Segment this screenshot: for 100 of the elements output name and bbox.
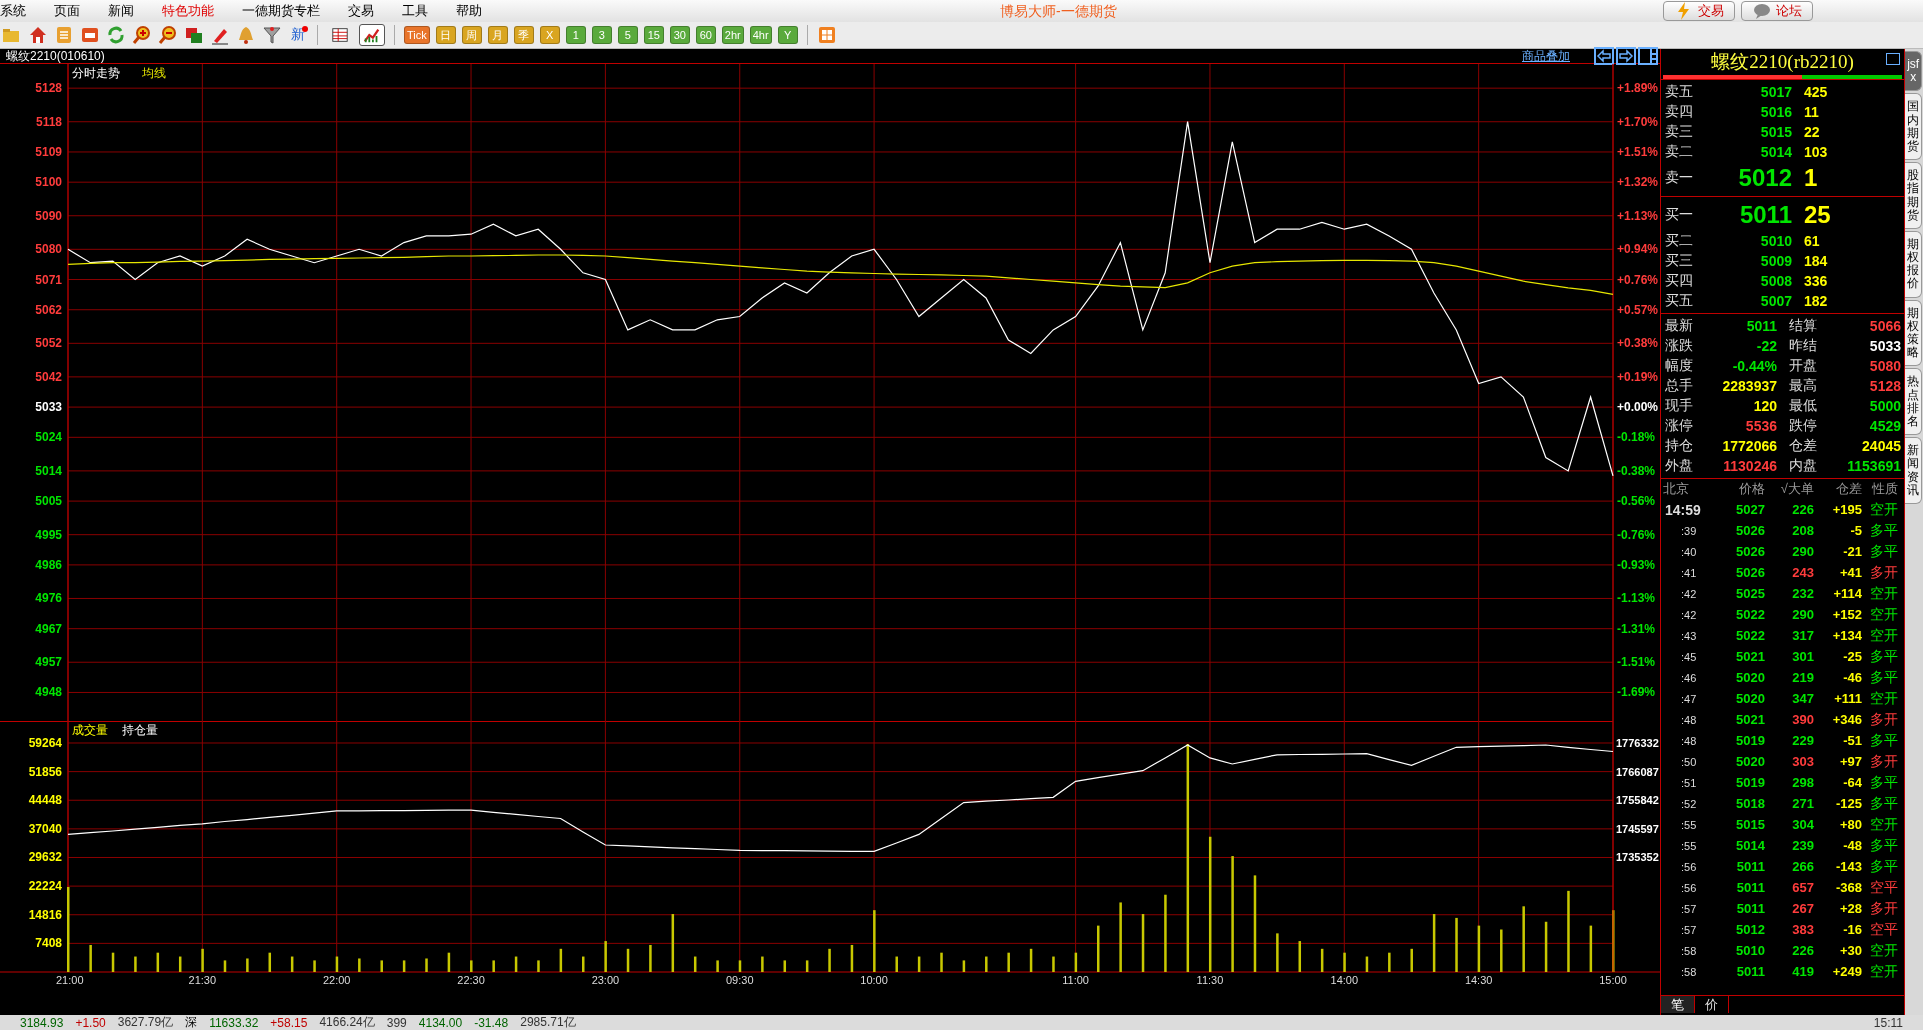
trade-volume: 232: [1791, 586, 1814, 601]
trade-time: :56: [1680, 860, 1698, 873]
trade-time: :55: [1680, 839, 1698, 852]
trade-type: 多开: [1869, 563, 1898, 582]
trade-volume: 657: [1791, 880, 1814, 895]
book-volume: 336: [1804, 273, 1829, 289]
axis-label: 4976: [35, 591, 62, 606]
book-price: 5011: [1738, 201, 1792, 229]
trade-change: -64: [1842, 775, 1862, 790]
book-volume: 1: [1804, 164, 1819, 192]
legend-label: 成交量: [72, 723, 108, 737]
stat-value: -22: [1755, 338, 1777, 354]
trade-time: :55: [1680, 818, 1698, 831]
axis-label: 4986: [35, 557, 62, 572]
status-text: +58.15: [270, 1015, 308, 1030]
trade-change: +249: [1831, 964, 1862, 979]
trade-change: +41: [1838, 565, 1862, 580]
axis-label: +0.19%: [1617, 369, 1659, 384]
stat-label: 仓差: [1788, 437, 1818, 455]
trade-volume: 419: [1791, 964, 1814, 979]
stat-value: 5080: [1868, 358, 1901, 374]
trade-change: -25: [1842, 649, 1862, 664]
status-text: 4166.24亿: [319, 1014, 375, 1030]
axis-label: +0.57%: [1617, 302, 1659, 317]
trade-time: :50: [1680, 755, 1698, 768]
book-label: 卖三: [1665, 123, 1694, 141]
symbol-title: 螺纹2210(010610): [6, 47, 106, 65]
trade-price: 5010: [1735, 943, 1765, 958]
axis-label: -1.51%: [1617, 655, 1656, 670]
trade-volume: 304: [1791, 817, 1814, 832]
stat-label: 幅度: [1665, 357, 1694, 375]
trade-type: 空平: [1869, 920, 1898, 939]
trade-price: 5021: [1735, 712, 1765, 727]
trade-volume: 226: [1791, 943, 1814, 958]
axis-label: 5042: [35, 369, 62, 384]
axis-label: +0.38%: [1617, 336, 1659, 351]
stat-label: 最新: [1665, 317, 1694, 335]
stat-value: 5536: [1744, 418, 1777, 434]
trade-type: 空开: [1869, 689, 1898, 708]
time-label: 11:00: [1062, 974, 1089, 986]
stat-value: -0.44%: [1731, 358, 1777, 374]
book-label: 卖二: [1665, 143, 1694, 161]
column-header: 北京: [1663, 480, 1690, 498]
book-price: 5009: [1759, 253, 1792, 269]
trade-change: -5: [1849, 523, 1862, 538]
trade-volume: 390: [1791, 712, 1814, 727]
column-header: 性质: [1871, 480, 1898, 498]
legend-label: 持仓量: [122, 723, 158, 737]
time-label: 09:30: [725, 974, 754, 986]
book-label: 卖四: [1665, 103, 1694, 121]
column-header: √大单: [1779, 480, 1814, 498]
axis-label: 5052: [35, 336, 62, 351]
time-label: 14:00: [1330, 974, 1359, 986]
trade-change: -51: [1842, 733, 1862, 748]
stat-value: 5033: [1868, 338, 1901, 354]
trade-type: 多开: [1869, 752, 1898, 771]
trade-type: 空开: [1869, 941, 1898, 960]
stat-label: 跌停: [1788, 417, 1818, 435]
trade-volume: 208: [1791, 523, 1814, 538]
trade-time: :46: [1680, 671, 1698, 684]
status-text: 2985.71亿: [520, 1014, 576, 1030]
axis-label: 5109: [35, 144, 62, 159]
axis-label: 5062: [35, 302, 62, 317]
trade-change: -16: [1842, 922, 1862, 937]
axis-label: 5090: [35, 208, 62, 223]
book-label: 买三: [1665, 252, 1694, 270]
axis-label: +0.94%: [1617, 242, 1659, 257]
trade-volume: 219: [1791, 670, 1814, 685]
axis-label: -1.69%: [1617, 685, 1656, 700]
trade-price: 5014: [1735, 838, 1765, 853]
axis-label: -0.38%: [1617, 463, 1656, 478]
axis-label: -0.56%: [1617, 494, 1656, 509]
trade-volume: 298: [1791, 775, 1814, 790]
trade-time: :56: [1680, 881, 1698, 894]
axis-label: 1766087: [1616, 765, 1659, 778]
trade-type: 多平: [1869, 668, 1898, 687]
time-label: 11:30: [1196, 974, 1224, 986]
trade-type: 多平: [1869, 836, 1898, 855]
trade-change: +28: [1838, 901, 1862, 916]
trade-price: 5020: [1735, 754, 1765, 769]
trade-time: :58: [1680, 965, 1698, 978]
axis-label: +1.13%: [1617, 208, 1659, 223]
stat-label: 内盘: [1788, 457, 1818, 475]
trade-type: 空开: [1869, 815, 1898, 834]
stat-value: 4529: [1868, 418, 1901, 434]
status-text: +1.50: [75, 1015, 106, 1030]
stat-value: 1153691: [1846, 458, 1901, 474]
trade-price: 5027: [1735, 502, 1765, 517]
axis-label: 5100: [35, 175, 62, 190]
book-price: 5007: [1759, 293, 1792, 309]
stat-label: 昨结: [1788, 337, 1818, 355]
trade-price: 5011: [1735, 964, 1765, 979]
axis-label: 1745597: [1616, 822, 1659, 835]
status-text: 15:11: [1873, 1015, 1903, 1030]
trade-volume: 290: [1791, 544, 1814, 559]
book-label: 买五: [1665, 292, 1694, 310]
axis-label: 5033: [35, 400, 62, 415]
trade-price: 5021: [1735, 649, 1765, 664]
axis-label: -0.18%: [1617, 430, 1656, 445]
axis-label: 5128: [35, 81, 62, 96]
